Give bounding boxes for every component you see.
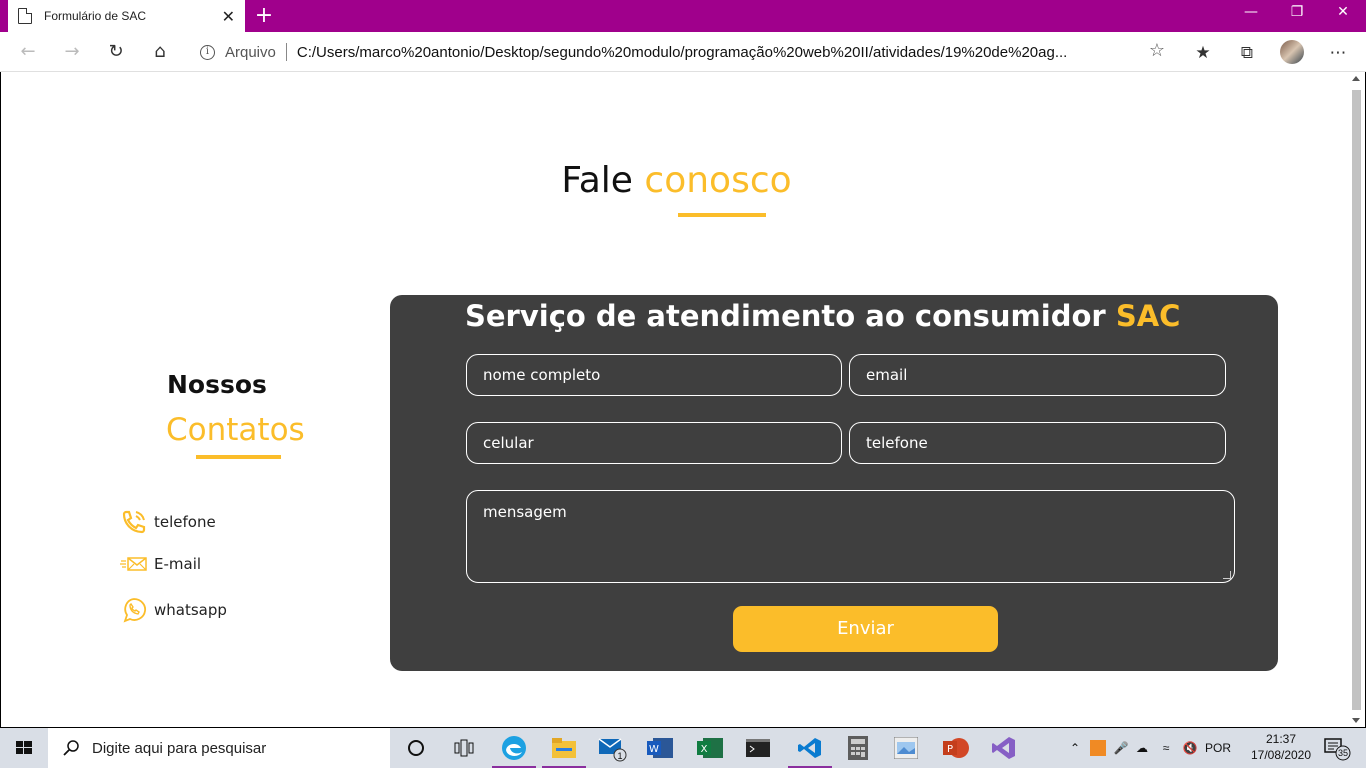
contact-phone[interactable]: telefone — [120, 508, 216, 536]
info-icon[interactable]: i — [200, 44, 215, 60]
message-placeholder: mensagem — [483, 503, 567, 521]
contacts-underline — [196, 455, 281, 459]
contact-email[interactable]: E-mail — [120, 554, 201, 574]
contact-whatsapp[interactable]: whatsapp — [120, 596, 227, 624]
search-placeholder: Digite aqui para pesquisar — [92, 739, 267, 757]
language-indicator[interactable]: POR — [1202, 741, 1234, 755]
browser-toolbar: ← → ↻ ⌂ i Arquivo C:/Users/marco%20anton… — [0, 32, 1366, 72]
vscode-icon[interactable] — [786, 728, 834, 768]
calculator-icon[interactable] — [834, 728, 882, 768]
favorite-star-icon[interactable]: ☆ — [1149, 40, 1165, 61]
vertical-scrollbar[interactable] — [1350, 72, 1364, 727]
heading-main: Fale — [561, 160, 633, 201]
excel-icon[interactable]: X — [686, 728, 734, 768]
address-separator — [285, 43, 287, 61]
sac-title-accent: SAC — [1115, 299, 1181, 333]
file-explorer-icon[interactable] — [540, 728, 588, 768]
svg-text:P: P — [947, 744, 953, 755]
contacts-title-line2: Contatos — [166, 412, 305, 448]
full-name-input[interactable]: nome completo — [466, 354, 842, 396]
contact-label: whatsapp — [154, 601, 227, 619]
svg-text:W: W — [649, 744, 659, 755]
close-window-button[interactable]: ✕ — [1320, 0, 1366, 28]
clock-time: 21:37 — [1265, 732, 1297, 746]
resize-handle[interactable] — [1223, 571, 1231, 579]
more-options-icon[interactable]: ⋯ — [1327, 42, 1349, 64]
edge-app-icon[interactable] — [490, 728, 538, 768]
notification-count: 35 — [1338, 748, 1348, 758]
heading-accent: conosco — [644, 160, 792, 201]
close-tab-icon[interactable]: ✕ — [222, 7, 235, 26]
scroll-up-arrow-icon[interactable] — [1352, 76, 1360, 81]
back-icon[interactable]: ← — [14, 38, 42, 66]
refresh-icon[interactable]: ↻ — [102, 38, 130, 66]
chevron-up-icon[interactable]: ⌃ — [1066, 741, 1084, 755]
scrollbar-thumb[interactable] — [1352, 90, 1361, 710]
email-icon — [120, 557, 147, 571]
send-button[interactable]: Enviar — [733, 606, 998, 652]
photos-icon[interactable] — [882, 728, 930, 768]
contact-label: telefone — [154, 513, 216, 531]
clock-date: 17/08/2020 — [1250, 748, 1312, 762]
mail-badge: 1 — [617, 751, 622, 761]
mail-icon[interactable]: 1 — [588, 728, 636, 768]
email-input[interactable]: email — [849, 354, 1226, 396]
heading-underline — [678, 213, 766, 217]
visual-studio-icon[interactable] — [980, 728, 1028, 768]
contacts-title-line1: Nossos — [167, 370, 267, 399]
favorites-list-icon[interactable]: ★ — [1192, 42, 1214, 64]
message-textarea[interactable]: mensagem — [466, 490, 1235, 583]
sac-form-title: Serviço de atendimento ao consumidor SAC — [465, 299, 1180, 333]
browser-title-bar: Formulário de SAC ✕ + — ❐ ✕ — [0, 0, 1366, 32]
minimize-button[interactable]: — — [1228, 0, 1274, 28]
contact-label: E-mail — [154, 555, 202, 573]
sac-form-panel: Serviço de atendimento ao consumidor SAC… — [390, 295, 1278, 671]
task-view-icon[interactable] — [440, 728, 488, 768]
address-prefix: Arquivo — [225, 43, 276, 61]
app-tray-icon[interactable] — [1090, 740, 1106, 756]
profile-avatar[interactable] — [1280, 40, 1304, 64]
wifi-icon[interactable]: ≈ — [1154, 741, 1178, 755]
start-button[interactable] — [0, 728, 48, 768]
powerpoint-icon[interactable]: P — [932, 728, 980, 768]
taskbar-search-box[interactable]: Digite aqui para pesquisar — [48, 728, 390, 768]
page-viewport: Fale conosco Nossos Contatos telefone E-… — [0, 72, 1366, 728]
tab-title: Formulário de SAC — [44, 9, 147, 23]
restore-button[interactable]: ❐ — [1274, 0, 1320, 28]
page-heading: Fale conosco — [1, 160, 1352, 201]
svg-text:X: X — [701, 744, 708, 755]
taskbar-clock[interactable]: 21:37 17/08/2020 — [1250, 731, 1312, 763]
notifications-icon[interactable]: 35 — [1316, 728, 1356, 768]
windows-logo-icon — [16, 741, 32, 754]
terminal-icon[interactable] — [734, 728, 782, 768]
forward-icon[interactable]: → — [58, 38, 86, 66]
page-icon — [18, 8, 32, 24]
mobile-input[interactable]: celular — [466, 422, 842, 464]
collections-icon[interactable]: ⧉ — [1236, 42, 1258, 64]
windows-taskbar: Digite aqui para pesquisar 1 W X P ⌃ 🎤 ☁… — [0, 728, 1366, 768]
scroll-down-arrow-icon[interactable] — [1352, 718, 1360, 723]
phone-icon — [122, 510, 146, 534]
new-tab-button[interactable]: + — [252, 2, 276, 30]
whatsapp-icon — [123, 598, 147, 623]
address-bar[interactable]: i Arquivo C:/Users/marco%20antonio/Deskt… — [188, 36, 1175, 68]
onedrive-icon[interactable]: ☁ — [1130, 741, 1154, 755]
cortana-icon[interactable] — [392, 728, 440, 768]
muted-speaker-icon[interactable]: 🔇 — [1178, 741, 1202, 755]
search-icon — [63, 740, 79, 756]
home-icon[interactable]: ⌂ — [146, 38, 174, 66]
microphone-icon[interactable]: 🎤 — [1112, 741, 1130, 755]
browser-tab[interactable]: Formulário de SAC ✕ — [8, 0, 245, 32]
sac-title-main: Serviço de atendimento ao consumidor — [465, 299, 1106, 333]
phone-input[interactable]: telefone — [849, 422, 1226, 464]
url-text[interactable]: C:/Users/marco%20antonio/Desktop/segundo… — [297, 44, 1119, 61]
word-icon[interactable]: W — [636, 728, 684, 768]
system-tray: ⌃ 🎤 ☁ ≈ 🔇 POR — [1066, 728, 1234, 768]
